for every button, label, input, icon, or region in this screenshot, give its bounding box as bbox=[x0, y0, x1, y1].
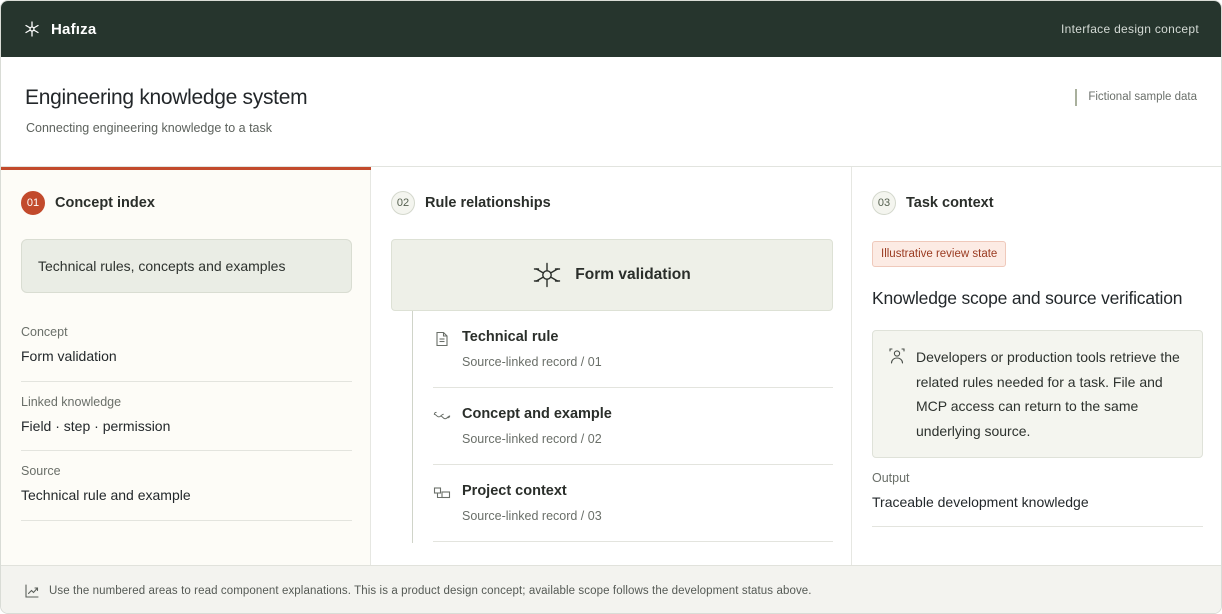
output-label: Output bbox=[872, 471, 910, 485]
asterisk-logo-icon bbox=[23, 20, 41, 38]
chart-trend-icon bbox=[24, 583, 40, 599]
relationship-subtitle: Source-linked record / 03 bbox=[462, 509, 602, 523]
design-concept-label: Interface design concept bbox=[1061, 22, 1199, 36]
relationship-title: Project context bbox=[462, 483, 567, 499]
link-wave-icon bbox=[433, 407, 451, 425]
relationship-subtitle: Source-linked record / 01 bbox=[462, 355, 602, 369]
footer-bar: Use the numbered areas to read component… bbox=[1, 565, 1221, 613]
concept-index-title: Concept index bbox=[55, 195, 155, 211]
rule-relationships-header[interactable]: 02 Rule relationships bbox=[391, 191, 551, 215]
task-context-header[interactable]: 03 Task context bbox=[872, 191, 994, 215]
top-bar: Hafıza Interface design concept bbox=[1, 1, 1221, 57]
task-description-card: Developers or production tools retrieve … bbox=[872, 330, 1203, 458]
source-field: Source Technical rule and example bbox=[21, 464, 352, 521]
relationship-title: Concept and example bbox=[462, 406, 612, 422]
page-title: Engineering knowledge system bbox=[25, 86, 308, 109]
step-number-badge: 02 bbox=[391, 191, 415, 215]
field-label: Linked knowledge bbox=[21, 395, 122, 409]
app-window: Hafıza Interface design concept Engineer… bbox=[0, 0, 1222, 614]
brand[interactable]: Hafıza bbox=[23, 20, 96, 38]
field-label: Concept bbox=[21, 325, 68, 339]
output-value: Traceable development knowledge bbox=[872, 494, 1089, 510]
task-context-panel: 03 Task context Illustrative review stat… bbox=[852, 167, 1221, 565]
relationship-title: Technical rule bbox=[462, 329, 559, 345]
step-number-badge: 01 bbox=[21, 191, 45, 215]
review-state-badge: Illustrative review state bbox=[872, 241, 1007, 267]
relationship-connector bbox=[412, 311, 413, 543]
footer-text: Use the numbered areas to read component… bbox=[49, 584, 812, 597]
concept-field: Concept Form validation bbox=[21, 325, 352, 382]
task-context-heading: Knowledge scope and source verification bbox=[872, 288, 1183, 308]
task-description-text: Developers or production tools retrieve … bbox=[916, 349, 1180, 439]
field-value: Form validation bbox=[21, 348, 117, 364]
structure-icon bbox=[433, 484, 451, 502]
concept-index-header[interactable]: 01 Concept index bbox=[21, 191, 155, 215]
page-subtitle: Connecting engineering knowledge to a ta… bbox=[26, 121, 273, 135]
hub-label: Form validation bbox=[575, 266, 691, 283]
relationship-item-concept-example[interactable]: Concept and example Source-linked record… bbox=[433, 388, 833, 465]
rule-relationships-panel: 02 Rule relationships Form validation Te… bbox=[371, 167, 852, 565]
document-icon bbox=[433, 330, 451, 348]
task-context-title: Task context bbox=[906, 195, 994, 211]
linked-knowledge-field: Linked knowledge Field · step · permissi… bbox=[21, 395, 352, 451]
output-field: Output Traceable development knowledge bbox=[872, 471, 1203, 527]
hub-node[interactable]: Form validation bbox=[391, 239, 833, 311]
page-header: Engineering knowledge system Connecting … bbox=[1, 57, 1221, 167]
step-number-badge: 03 bbox=[872, 191, 896, 215]
relationship-item-project-context[interactable]: Project context Source-linked record / 0… bbox=[433, 465, 833, 542]
field-label: Source bbox=[21, 464, 61, 478]
concept-search-box[interactable]: Technical rules, concepts and examples bbox=[21, 239, 352, 293]
relationship-subtitle: Source-linked record / 02 bbox=[462, 432, 602, 446]
concept-index-panel: 01 Concept index Technical rules, concep… bbox=[1, 167, 371, 565]
node-network-icon bbox=[533, 261, 561, 289]
brand-name: Hafıza bbox=[51, 20, 97, 38]
user-scope-icon bbox=[888, 347, 906, 365]
field-value: Technical rule and example bbox=[21, 487, 191, 503]
field-value: Field · step · permission bbox=[21, 418, 171, 434]
sample-data-note: Fictional sample data bbox=[1075, 89, 1197, 106]
relationship-item-technical-rule[interactable]: Technical rule Source-linked record / 01 bbox=[433, 311, 833, 388]
rule-relationships-title: Rule relationships bbox=[425, 195, 551, 211]
